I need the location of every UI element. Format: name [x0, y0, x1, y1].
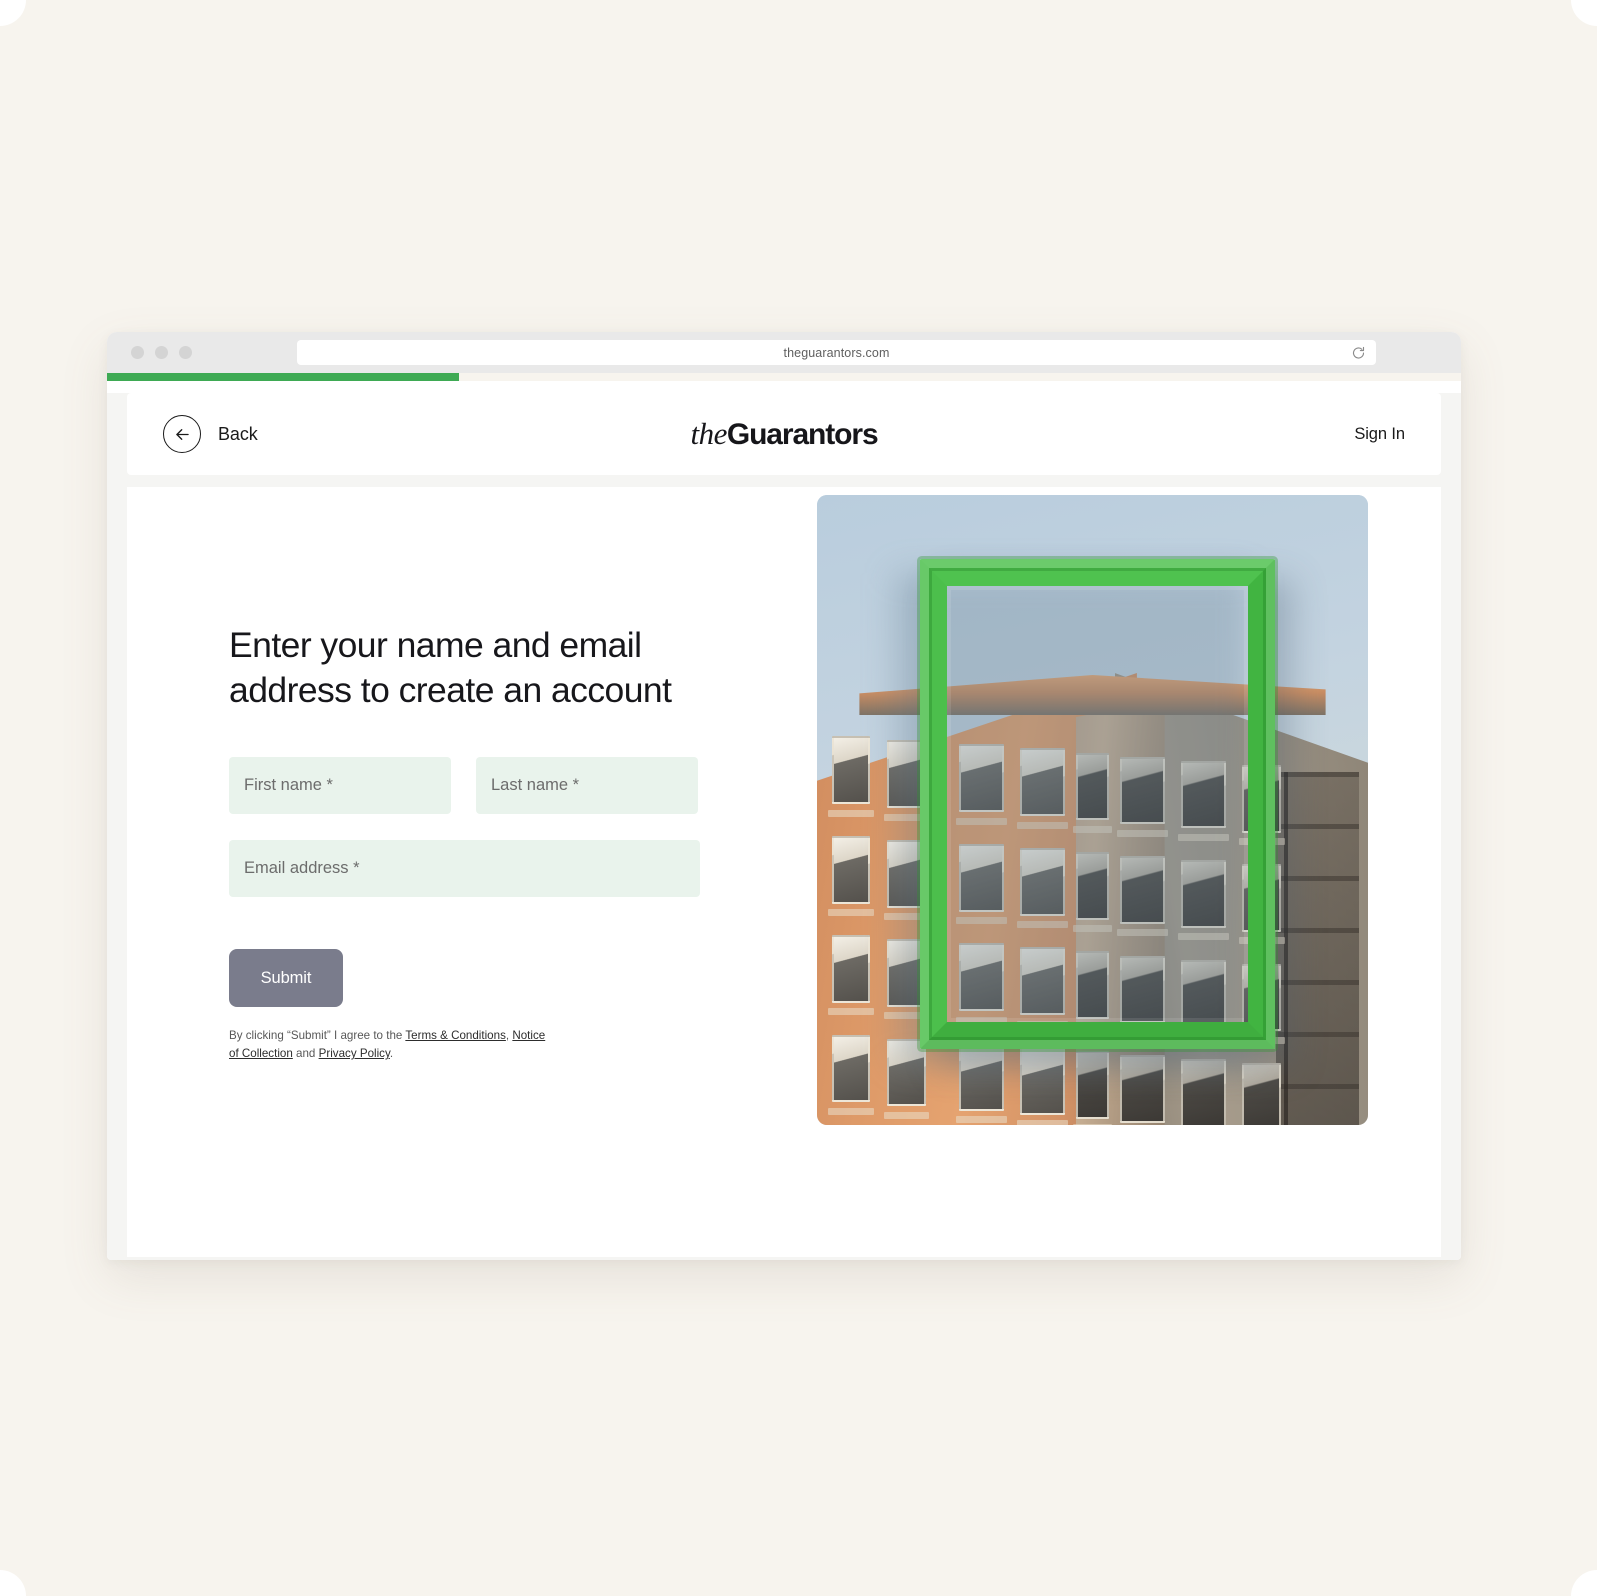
corner-mask-bottom-left	[0, 1570, 26, 1596]
arrow-left-icon	[163, 415, 201, 453]
window-pane	[831, 935, 871, 1003]
first-name-input[interactable]	[229, 757, 451, 815]
corner-mask-bottom-right	[1571, 1570, 1597, 1596]
progress-fill	[107, 373, 460, 381]
page-load-progress	[107, 373, 1461, 381]
window-pane	[831, 835, 871, 904]
window-pane	[831, 736, 871, 805]
logo-prefix: the	[690, 416, 727, 451]
window-sill	[828, 809, 874, 817]
page-canvas: theguarantors.com Back theGuarantors Sig…	[0, 0, 1597, 1596]
name-field-row	[229, 757, 819, 815]
window-sill	[828, 908, 874, 916]
last-name-input[interactable]	[476, 757, 698, 815]
window-sill	[828, 1107, 874, 1115]
page-title: Enter your name and email address to cre…	[229, 625, 672, 711]
window-sill	[955, 1115, 1008, 1123]
reload-icon[interactable]	[1351, 345, 1366, 360]
address-bar[interactable]: theguarantors.com	[297, 340, 1376, 365]
traffic-light-dots	[131, 346, 192, 359]
legal-period: .	[389, 1047, 394, 1061]
email-field-row	[229, 840, 819, 898]
email-input[interactable]	[229, 840, 700, 898]
window-sill	[883, 1111, 930, 1119]
privacy-policy-link[interactable]: Privacy Policy	[319, 1047, 390, 1060]
sign-in-link[interactable]: Sign In	[1354, 425, 1405, 444]
window-pane	[831, 1034, 871, 1103]
hero-image	[817, 495, 1368, 1125]
window-pane	[1242, 1063, 1282, 1125]
signup-form-column: Enter your name and email address to cre…	[179, 535, 819, 1257]
close-dot-icon[interactable]	[131, 346, 144, 359]
url-text: theguarantors.com	[783, 345, 890, 360]
legal-disclaimer: By clicking “Submit” I agree to the Term…	[229, 1027, 549, 1063]
window-pane	[1181, 1059, 1226, 1125]
corner-mask-top-right	[1571, 0, 1597, 26]
site-header: Back theGuarantors Sign In	[127, 393, 1441, 475]
maximize-dot-icon[interactable]	[179, 346, 192, 359]
window-sill	[1072, 1124, 1113, 1125]
window-pane	[1120, 1054, 1165, 1123]
minimize-dot-icon[interactable]	[155, 346, 168, 359]
browser-window: theguarantors.com Back theGuarantors Sig…	[107, 332, 1461, 1260]
corner-mask-top-left	[0, 0, 26, 26]
submit-button[interactable]: Submit	[229, 949, 343, 1008]
green-picture-frame	[920, 559, 1275, 1049]
site-page: Back theGuarantors Sign In Enter your na…	[107, 393, 1461, 1260]
logo-name: Guarantors	[726, 418, 879, 451]
back-button-label: Back	[218, 423, 258, 444]
window-sill	[1017, 1120, 1069, 1125]
terms-and-conditions-link[interactable]: Terms & Conditions	[405, 1029, 506, 1042]
legal-intro: By clicking “Submit” I agree to the	[229, 1029, 406, 1043]
back-button[interactable]: Back	[163, 415, 258, 453]
legal-conjunction: and	[292, 1047, 319, 1061]
brand-logo[interactable]: theGuarantors	[690, 416, 879, 452]
main-content: Enter your name and email address to cre…	[127, 487, 1441, 1257]
window-sill	[828, 1008, 874, 1016]
browser-chrome: theguarantors.com	[107, 332, 1461, 373]
